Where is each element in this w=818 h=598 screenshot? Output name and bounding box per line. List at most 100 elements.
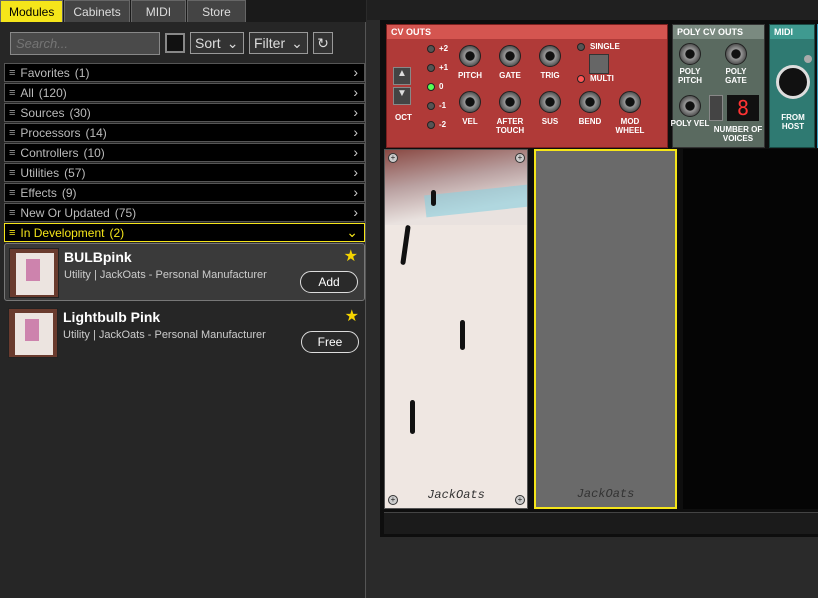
category-processors[interactable]: ≡ Processors (14) › (4, 123, 365, 142)
voices-display: 8 (727, 95, 759, 121)
trig-jack[interactable] (539, 45, 561, 67)
oct-value-label: +2 (439, 44, 449, 53)
rack-empty-slot (683, 149, 818, 509)
browser-toolbar: Sort ⌄ Filter ⌄ ↻ (10, 31, 333, 55)
gate-label: GATE (499, 71, 521, 80)
poly-vel-jack[interactable] (679, 95, 701, 117)
vel-jack[interactable] (459, 91, 481, 113)
poly-vel-label: POLY VEL (670, 119, 710, 128)
poly-gate-jack[interactable] (725, 43, 747, 65)
module-description: Utility | JackOats - Personal Manufactur… (63, 329, 266, 341)
category-all[interactable]: ≡ All (120) › (4, 83, 365, 102)
chevron-down-icon: ⌄ (226, 34, 239, 51)
brand-label: JackOats (427, 488, 485, 502)
category-label: Utilities (20, 165, 60, 180)
bend-jack[interactable] (579, 91, 601, 113)
module-thumbnail (9, 248, 59, 298)
filter-label: Filter (254, 35, 286, 51)
category-label: Sources (20, 105, 65, 120)
mod-wheel-jack[interactable] (619, 91, 641, 113)
category-favorites[interactable]: ≡ Favorites (1) › (4, 63, 365, 82)
browser-tabs: Modules Cabinets MIDI Store (0, 0, 366, 22)
chevron-right-icon: › (353, 104, 358, 120)
category-label: Favorites (20, 65, 70, 80)
add-button[interactable]: Add (300, 271, 358, 293)
selected-module-placeholder[interactable]: JackOats (534, 149, 677, 509)
screw-icon: + (388, 153, 398, 163)
oct-led (427, 83, 435, 91)
category-count: (75) (114, 205, 137, 220)
poly-cv-outs-panel[interactable]: POLY CV OUTS POLY PITCH POLY GATE POLY V… (670, 24, 765, 148)
mode-switch[interactable] (589, 54, 609, 74)
single-label: SINGLE (590, 42, 620, 51)
module-description: Utility | JackOats - Personal Manufactur… (64, 269, 267, 281)
tab-store[interactable]: Store (187, 0, 246, 22)
module-browser: Modules Cabinets MIDI Store Sort ⌄ Filter… (0, 0, 366, 598)
chevron-down-icon: ⌄ (291, 34, 303, 51)
free-button[interactable]: Free (301, 331, 359, 353)
category-label: In Development (20, 225, 105, 240)
category-label: Controllers (20, 145, 79, 160)
list-icon: ≡ (9, 126, 16, 139)
category-utilities[interactable]: ≡ Utilities (57) › (4, 163, 365, 182)
category-in-development[interactable]: ≡ In Development (2) ⌄ (4, 223, 365, 242)
tab-cabinets[interactable]: Cabinets (64, 0, 130, 22)
star-icon[interactable]: ★ (344, 246, 358, 266)
chevron-right-icon: › (353, 184, 358, 200)
bulbpink-module-panel[interactable]: + + + + JackOats (384, 149, 528, 509)
list-icon: ≡ (9, 146, 16, 159)
oct-label: OCT (395, 113, 412, 122)
panel-title: POLY CV OUTS (673, 25, 764, 39)
pitch-jack[interactable] (459, 45, 481, 67)
category-new-or-updated[interactable]: ≡ New Or Updated (75) › (4, 203, 365, 222)
single-led (577, 43, 585, 51)
oct-led (427, 45, 435, 53)
rack-rail (384, 512, 818, 534)
chevron-right-icon: › (353, 164, 358, 180)
cv-outs-panel[interactable]: CV OUTS +2 +1 0 -1 -2 ▲ ▼ OCT PITCH GATE TRIG V… (386, 24, 668, 148)
list-icon: ≡ (9, 206, 16, 219)
voices-stepper[interactable] (709, 95, 723, 121)
refresh-icon[interactable]: ↻ (313, 32, 333, 54)
list-icon: ≡ (9, 226, 16, 239)
oct-value-label: -2 (439, 120, 447, 129)
oct-down-button[interactable]: ▼ (393, 87, 411, 105)
oct-value-label: -1 (439, 101, 447, 110)
after-touch-jack[interactable] (499, 91, 521, 113)
color-swatch[interactable] (165, 33, 185, 53)
chevron-right-icon: › (353, 84, 358, 100)
pitch-label: PITCH (458, 71, 482, 80)
panel-title: MIDI (770, 25, 814, 39)
sort-dropdown[interactable]: Sort ⌄ (190, 32, 244, 54)
brand-label: JackOats (576, 487, 635, 501)
module-name: BULBpink (64, 249, 132, 265)
category-sources[interactable]: ≡ Sources (30) › (4, 103, 365, 122)
filter-dropdown[interactable]: Filter ⌄ (249, 32, 308, 54)
module-item-bulbpink[interactable]: BULBpink Utility | JackOats - Personal M… (4, 243, 365, 301)
star-icon[interactable]: ★ (345, 306, 359, 326)
module-item-lightbulb-pink[interactable]: Lightbulb Pink Utility | JackOats - Pers… (4, 304, 365, 362)
from-host-label: FROM HOST (781, 113, 805, 131)
voices-label: NUMBER OF VOICES (713, 125, 763, 143)
multi-label: MULTI (590, 74, 614, 83)
screw-icon: + (515, 153, 525, 163)
midi-jack[interactable] (776, 65, 810, 99)
sus-jack[interactable] (539, 91, 561, 113)
category-controllers[interactable]: ≡ Controllers (10) › (4, 143, 365, 162)
search-input[interactable] (10, 31, 160, 55)
category-count: (120) (38, 85, 67, 100)
after-touch-label: AFTER TOUCH (495, 117, 525, 135)
rack-top-bar (367, 0, 818, 20)
category-count: (57) (64, 165, 86, 180)
list-icon: ≡ (9, 106, 16, 119)
oct-up-button[interactable]: ▲ (393, 67, 411, 85)
midi-panel[interactable]: MIDI FROM HOST (769, 24, 815, 148)
gate-jack[interactable] (499, 45, 521, 67)
list-icon: ≡ (9, 86, 16, 99)
category-effects[interactable]: ≡ Effects (9) › (4, 183, 365, 202)
tab-modules[interactable]: Modules (0, 0, 64, 22)
poly-pitch-jack[interactable] (679, 43, 701, 65)
category-list: ≡ Favorites (1) › ≡ All (120) › ≡ Sources (30) › ≡ Pr… (4, 63, 365, 243)
tab-midi[interactable]: MIDI (130, 0, 187, 22)
list-icon: ≡ (9, 186, 16, 199)
